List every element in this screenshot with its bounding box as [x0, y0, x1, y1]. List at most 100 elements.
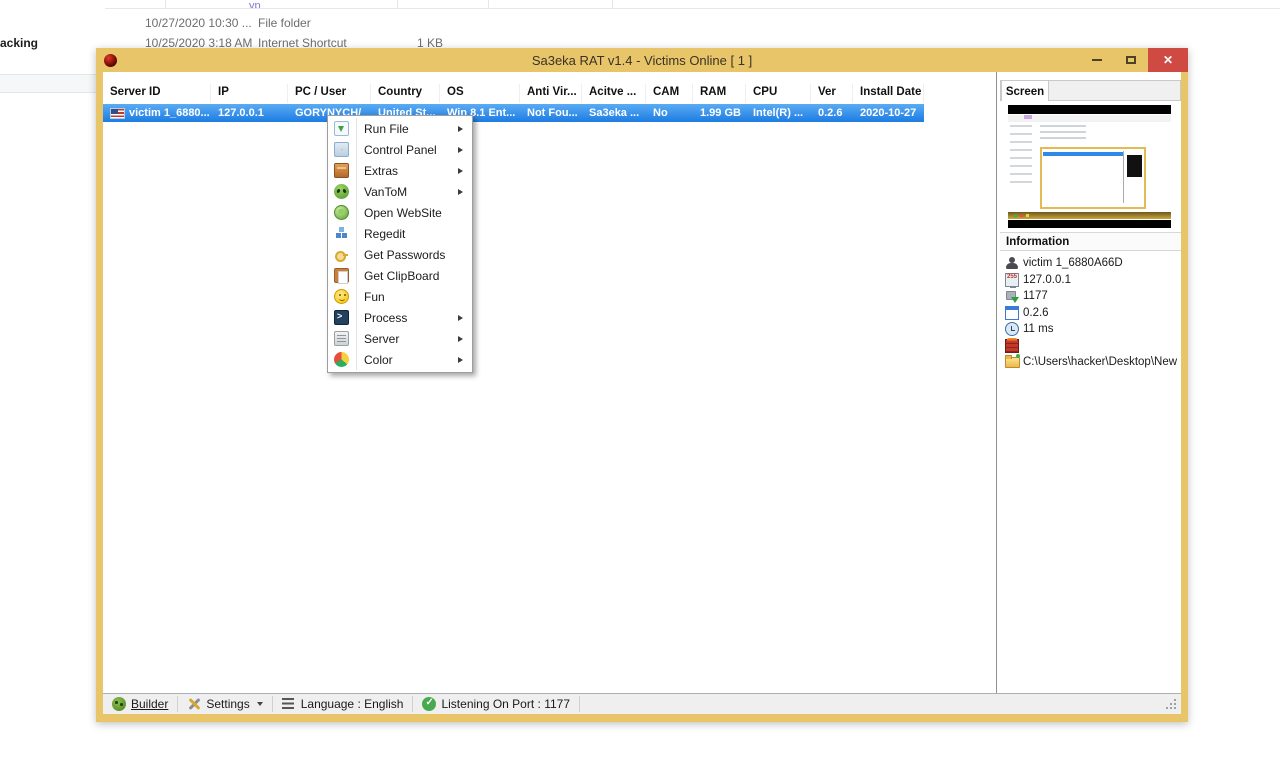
menu-item-regedit[interactable]: Regedit	[328, 223, 472, 244]
explorer-row-band	[0, 74, 96, 93]
cell-cam: No	[646, 107, 693, 119]
explorer-column-tick	[612, 0, 613, 9]
thumb-taskbar	[1008, 212, 1171, 219]
submenu-arrow-icon	[458, 168, 463, 174]
listening-status: Listening On Port : 1177	[413, 696, 580, 712]
explorer-type-column-partial: yp	[249, 0, 261, 8]
minimize-icon	[1092, 59, 1102, 61]
run-file-icon	[334, 121, 349, 136]
tools-icon	[187, 697, 201, 711]
explorer-column-tick	[488, 0, 489, 9]
ip-icon	[1005, 273, 1019, 287]
desktop-background: yp 10/27/2020 10:30 ... File folder 10/2…	[0, 0, 1280, 784]
close-button[interactable]: ✕	[1148, 48, 1188, 72]
registry-icon	[334, 226, 349, 241]
rat-window: Sa3eka RAT v1.4 - Victims Online [ 1 ] ✕…	[96, 48, 1188, 722]
submenu-arrow-icon	[458, 336, 463, 342]
column-header-ram[interactable]: RAM	[693, 84, 746, 103]
submenu-arrow-icon	[458, 189, 463, 195]
information-list: victim 1_6880A66D 127.0.0.1 1177 0.2.6	[1000, 255, 1181, 371]
thumb-accent	[1024, 115, 1032, 119]
thumb-rat-screen	[1127, 155, 1142, 177]
check-icon	[422, 697, 436, 711]
column-header-antivirus[interactable]: Anti Vir...	[520, 84, 582, 103]
menu-item-get-passwords[interactable]: Get Passwords	[328, 244, 472, 265]
settings-button[interactable]: Settings	[178, 696, 272, 712]
info-firewall	[1000, 338, 1181, 355]
panel-divider	[996, 72, 997, 693]
submenu-arrow-icon	[458, 357, 463, 363]
table-header: Server ID IP PC / User Country OS Anti V…	[103, 84, 924, 103]
dropdown-caret-icon	[257, 702, 263, 706]
user-icon	[1005, 256, 1019, 270]
explorer-header-divider	[105, 8, 1280, 9]
color-wheel-icon	[334, 352, 349, 367]
language-lines-icon	[282, 698, 294, 710]
ping-clock-icon	[1005, 322, 1019, 336]
window-content: Server ID IP PC / User Country OS Anti V…	[103, 72, 1181, 714]
menu-item-color[interactable]: Color	[328, 349, 472, 370]
column-header-active[interactable]: Acitve ...	[582, 84, 646, 103]
window-titlebar[interactable]: Sa3eka RAT v1.4 - Victims Online [ 1 ] ✕	[96, 48, 1188, 72]
cell-active: Sa3eka ...	[582, 107, 646, 119]
server-icon	[334, 331, 349, 346]
column-header-server-id[interactable]: Server ID	[103, 84, 211, 103]
extras-box-icon	[334, 163, 349, 178]
bug-icon	[112, 697, 126, 711]
column-header-pc-user[interactable]: PC / User	[288, 84, 371, 103]
menu-item-run-file[interactable]: Run File	[328, 118, 472, 139]
status-bar: Builder Settings Language : English List…	[103, 693, 1181, 714]
menu-item-extras[interactable]: Extras	[328, 160, 472, 181]
minimize-button[interactable]	[1080, 48, 1114, 72]
cell-antivirus: Not Fou...	[520, 107, 582, 119]
column-header-install-date[interactable]: Install Date	[853, 84, 924, 103]
info-port: 1177	[1000, 288, 1181, 305]
column-header-cam[interactable]: CAM	[646, 84, 693, 103]
cell-cpu: Intel(R) ...	[746, 107, 811, 119]
cell-install-date: 2020-10-27	[853, 107, 924, 119]
thumb-toolbar	[1008, 115, 1171, 122]
language-button[interactable]: Language : English	[273, 696, 414, 712]
info-ping: 11 ms	[1000, 321, 1181, 338]
thumb-rat-divider	[1123, 151, 1124, 203]
partial-filename: acking	[0, 36, 38, 50]
submenu-arrow-icon	[458, 126, 463, 132]
column-header-ver[interactable]: Ver	[811, 84, 853, 103]
victim-table-row-selected[interactable]: victim 1_6880... 127.0.0.1 GORYNYCH/ Uni…	[103, 104, 924, 122]
cell-ip: 127.0.0.1	[211, 107, 288, 119]
column-header-ip[interactable]: IP	[211, 84, 288, 103]
explorer-column-tick	[397, 0, 398, 9]
tab-screen[interactable]: Screen	[1001, 80, 1049, 102]
builder-button[interactable]: Builder	[103, 696, 178, 712]
menu-item-process[interactable]: Process	[328, 307, 472, 328]
menu-item-vantom[interactable]: VanToM	[328, 181, 472, 202]
globe-icon	[334, 205, 349, 220]
info-install-path: C:\Users\hacker\Desktop\New ...	[1000, 354, 1181, 371]
menu-item-fun[interactable]: Fun	[328, 286, 472, 307]
info-version: 0.2.6	[1000, 305, 1181, 322]
smiley-icon	[334, 289, 349, 304]
screen-thumbnail[interactable]	[1000, 101, 1181, 230]
submenu-arrow-icon	[458, 147, 463, 153]
menu-item-server[interactable]: Server	[328, 328, 472, 349]
info-victim-name: victim 1_6880A66D	[1000, 255, 1181, 272]
cell-server-id: victim 1_6880...	[103, 107, 211, 119]
screen-tabstrip: Screen	[1000, 80, 1181, 101]
thumb-sidebar	[1010, 125, 1032, 185]
maximize-button[interactable]	[1114, 48, 1148, 72]
firewall-icon	[1005, 339, 1019, 353]
resize-grip[interactable]	[1174, 707, 1176, 709]
menu-item-control-panel[interactable]: Control Panel	[328, 139, 472, 160]
alien-icon	[334, 184, 349, 199]
window-title: Sa3eka RAT v1.4 - Victims Online [ 1 ]	[96, 53, 1188, 68]
column-header-country[interactable]: Country	[371, 84, 440, 103]
maximize-icon	[1126, 56, 1136, 64]
menu-item-get-clipboard[interactable]: Get ClipBoard	[328, 265, 472, 286]
information-header: Information	[1000, 232, 1181, 251]
clipboard-icon	[334, 268, 349, 283]
column-header-os[interactable]: OS	[440, 84, 520, 103]
column-header-cpu[interactable]: CPU	[746, 84, 811, 103]
thumb-tray-dot	[1026, 214, 1029, 217]
version-icon	[1005, 306, 1019, 320]
menu-item-open-website[interactable]: Open WebSite	[328, 202, 472, 223]
